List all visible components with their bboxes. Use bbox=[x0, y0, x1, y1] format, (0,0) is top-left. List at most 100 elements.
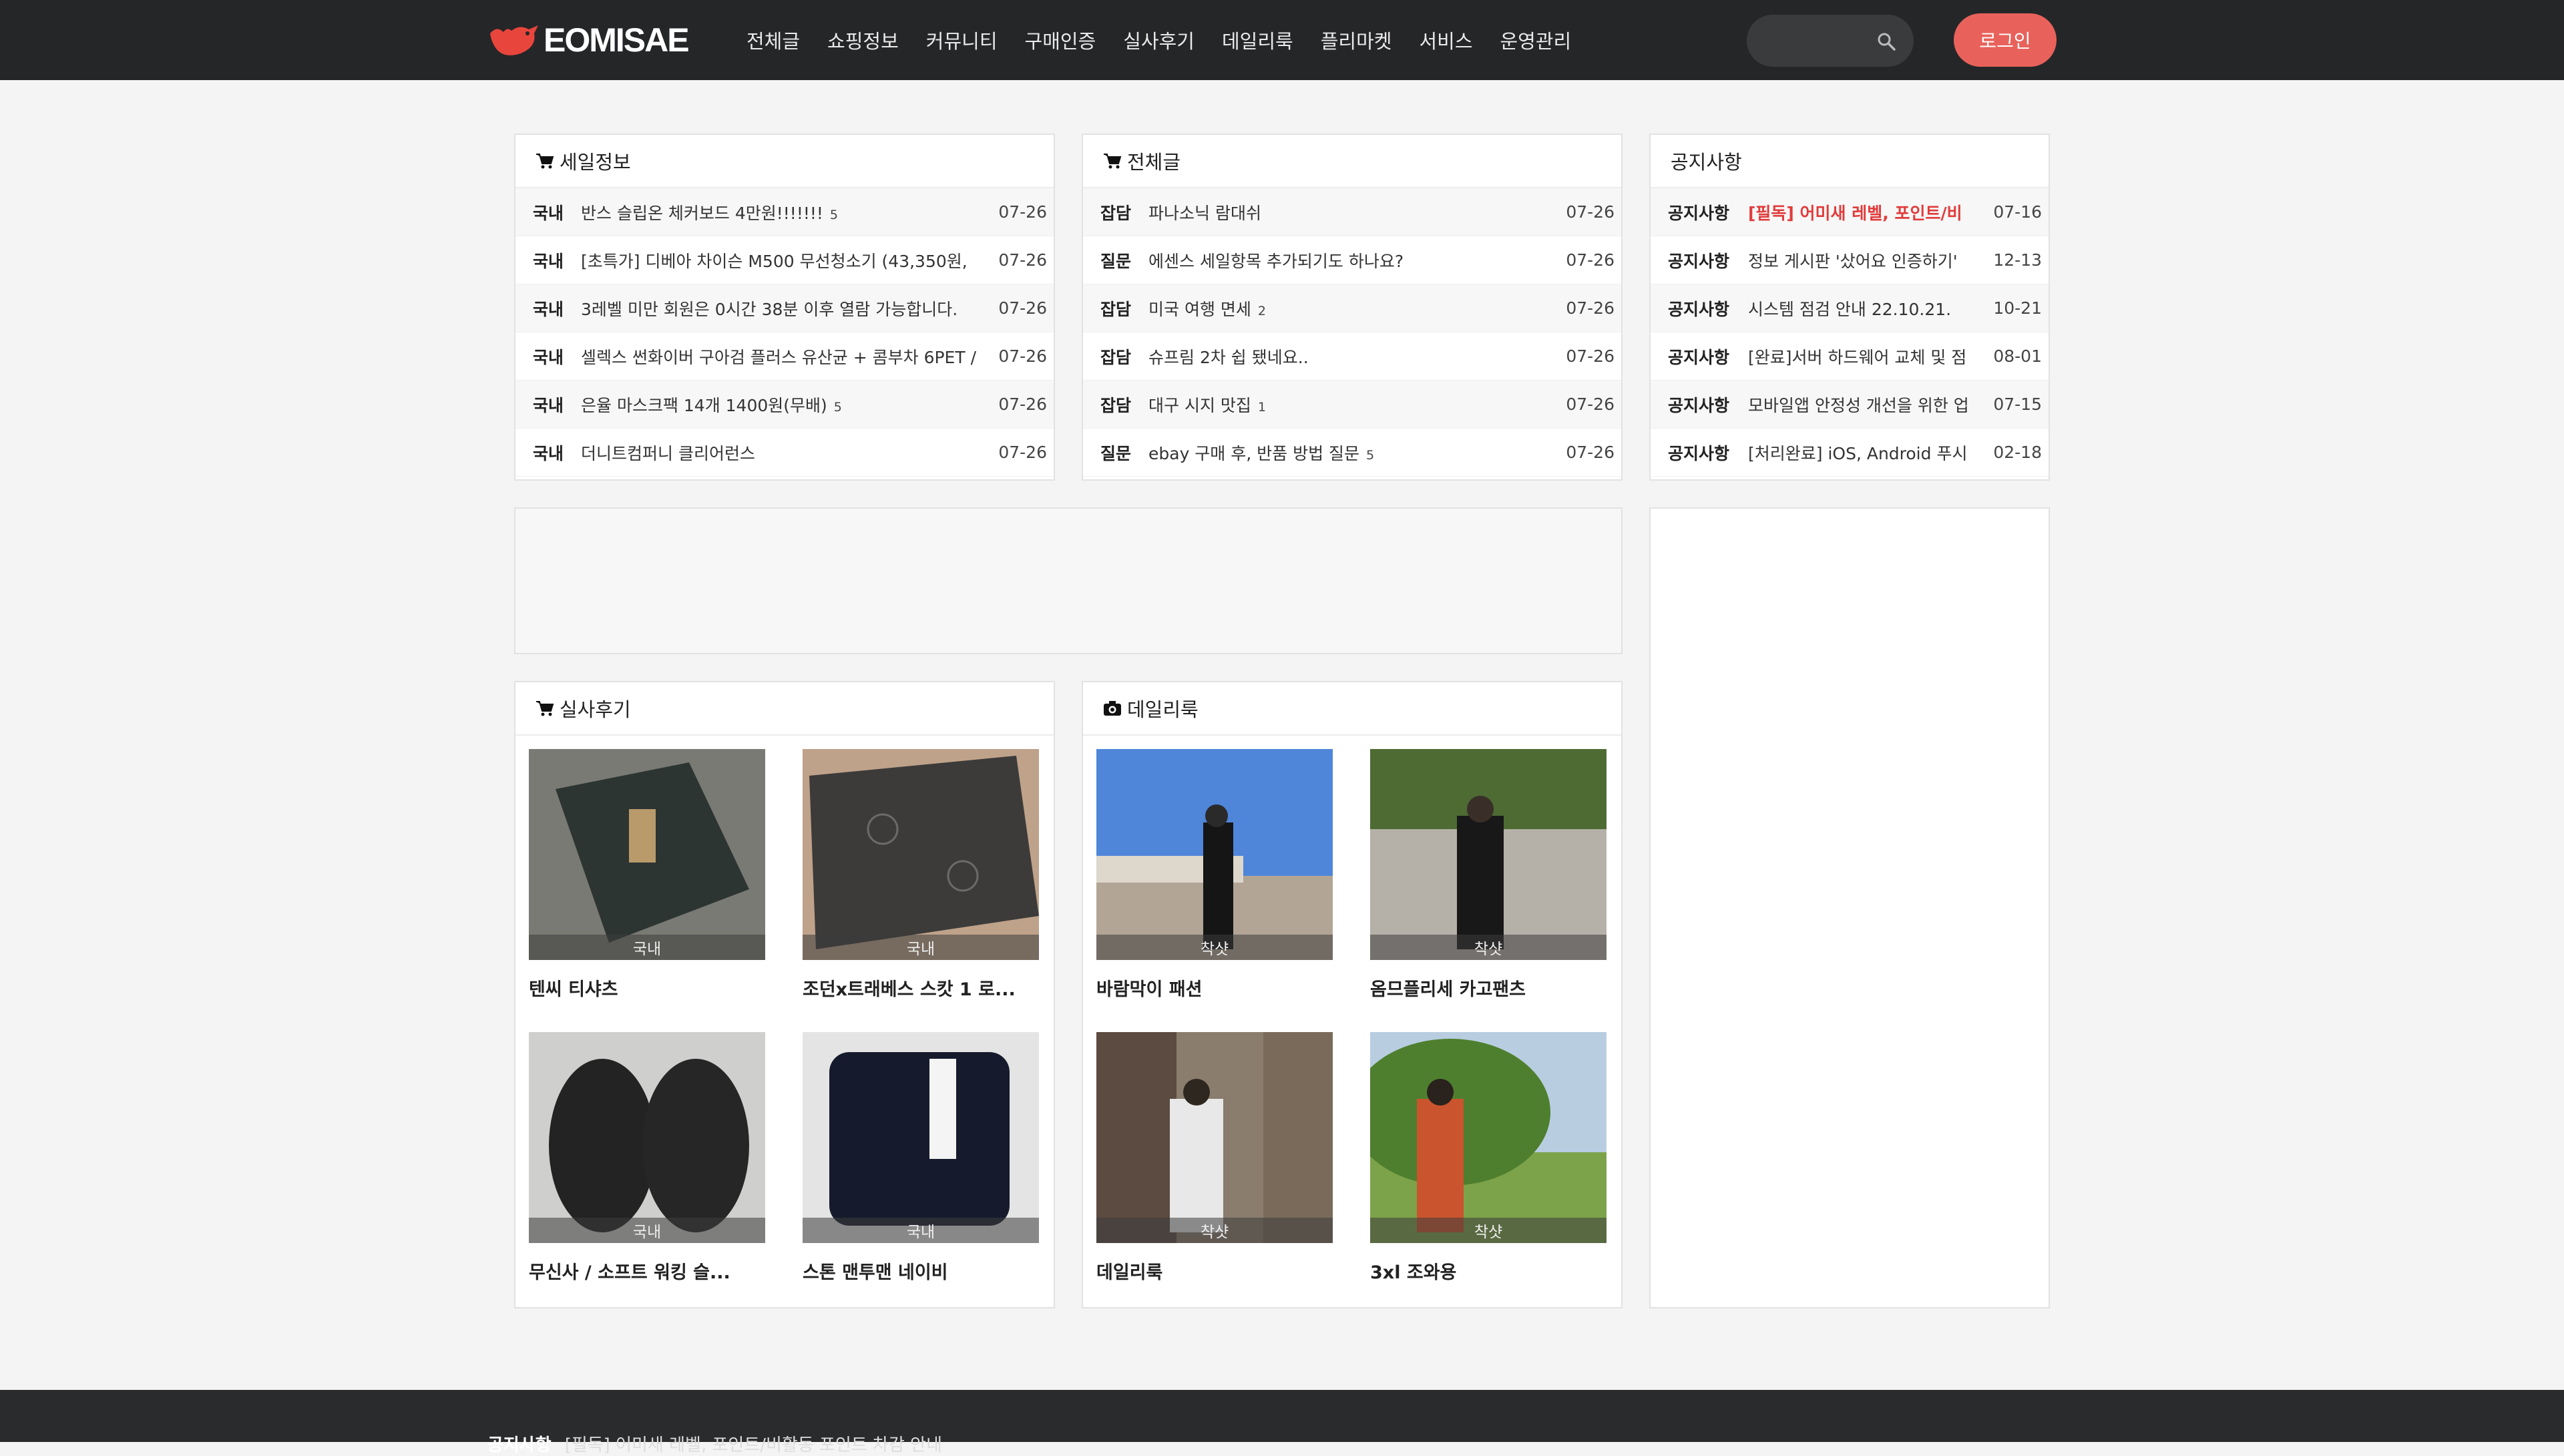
post-title[interactable]: 정보 게시판 '샀어요 인증하기' bbox=[1748, 248, 1993, 272]
notice-panel: 공지사항 공지사항 [필독] 어미새 레벨, 포인트/비 07-16 공지사항 정보 … bbox=[1649, 134, 2050, 481]
list-item[interactable]: 국내 셀렉스 썬화이버 구아검 플러스 유산균 + 콤부차 6PET /07-26 bbox=[515, 332, 1054, 381]
post-title[interactable]: 파나소닉 람대쉬 bbox=[1148, 200, 1566, 224]
post-date: 07-26 bbox=[1566, 202, 1615, 222]
gallery-card[interactable]: 착샷 3xl 조와용 bbox=[1370, 1032, 1607, 1284]
site-logo[interactable]: EOMISAE bbox=[487, 19, 690, 61]
list-item[interactable]: 질문 에센스 세일항목 추가되기도 하나요? 07-26 bbox=[1083, 236, 1621, 284]
post-title[interactable]: [완료]서버 하드웨어 교체 및 점 bbox=[1748, 344, 1993, 369]
login-button[interactable]: 로그인 bbox=[1954, 13, 2057, 67]
post-title[interactable]: [초특가] 디베아 차이슨 M500 무선청소기 (43,350원, bbox=[581, 248, 998, 272]
thumbnail[interactable]: 국내 bbox=[529, 749, 765, 960]
cart-icon bbox=[536, 701, 554, 716]
list-item[interactable]: 국내 더니트컴퍼니 클리어런스 07-26 bbox=[515, 429, 1054, 477]
list-item[interactable]: 국내 반스 슬립온 체커보드 4만원!!!!!!! 5 07-26 bbox=[515, 188, 1054, 236]
panel-header[interactable]: 세일정보 bbox=[515, 135, 1054, 188]
nav-real-reviews[interactable]: 실사후기 bbox=[1123, 26, 1195, 54]
list-item[interactable]: 잡담 슈프림 2차 쉽 됐네요.. 07-26 bbox=[1083, 332, 1621, 381]
post-date: 07-26 bbox=[998, 250, 1047, 270]
category-tag: 국내 bbox=[533, 395, 564, 415]
nav-service[interactable]: 서비스 bbox=[1419, 26, 1472, 54]
thumbnail[interactable]: 착샷 bbox=[1370, 749, 1607, 960]
gallery-card[interactable]: 착샷 데일리룩 bbox=[1096, 1032, 1333, 1284]
list-item[interactable]: 국내 [초특가] 디베아 차이슨 M500 무선청소기 (43,350원, 07-2… bbox=[515, 236, 1054, 284]
nav-flea-market[interactable]: 플리마켓 bbox=[1321, 26, 1392, 54]
post-title[interactable]: ebay 구매 후, 반품 방법 질문 5 bbox=[1148, 441, 1566, 465]
post-title[interactable]: 셀렉스 썬화이버 구아검 플러스 유산균 + 콤부차 6PET / bbox=[581, 344, 998, 369]
post-date: 07-26 bbox=[998, 346, 1047, 366]
post-title[interactable]: 에센스 세일항목 추가되기도 하나요? bbox=[1148, 248, 1566, 272]
card-caption[interactable]: 스톤 맨투맨 네이비 bbox=[803, 1258, 1039, 1284]
slides-photo bbox=[529, 1032, 765, 1243]
thumbnail[interactable]: 착샷 bbox=[1370, 1032, 1607, 1243]
post-title[interactable]: [필독] 어미새 레벨, 포인트/비 bbox=[1748, 200, 1993, 224]
post-date: 07-26 bbox=[998, 395, 1047, 414]
gallery-card[interactable]: 착샷 바람막이 패션 bbox=[1096, 749, 1333, 1001]
category-label: 착샷 bbox=[1370, 1218, 1607, 1243]
list-item[interactable]: 공지사항 [처리완료] iOS, Android 푸시 02-18 bbox=[1651, 429, 2049, 477]
sidebar-ad-area bbox=[1649, 507, 2050, 1308]
search-icon[interactable] bbox=[1876, 31, 1896, 51]
list-item[interactable]: 국내 3레벨 미만 회원은 0시간 38분 이후 열람 가능합니다. 07-26 bbox=[515, 284, 1054, 332]
search-input[interactable] bbox=[1763, 27, 1872, 56]
nav-community[interactable]: 커뮤니티 bbox=[926, 26, 998, 54]
nav-purchase-proof[interactable]: 구매인증 bbox=[1025, 26, 1096, 54]
list-item[interactable]: 공지사항 정보 게시판 '샀어요 인증하기' 12-13 bbox=[1651, 236, 2049, 284]
list-item[interactable]: 국내 은율 마스크팩 14개 1400원(무배) 5 07-26 bbox=[515, 381, 1054, 429]
gallery-card[interactable]: 국내 스톤 맨투맨 네이비 bbox=[803, 1032, 1039, 1284]
category-label: 국내 bbox=[529, 935, 765, 960]
post-title[interactable]: 3레벨 미만 회원은 0시간 38분 이후 열람 가능합니다. bbox=[581, 296, 998, 320]
list-item[interactable]: 공지사항 [완료]서버 하드웨어 교체 및 점 08-01 bbox=[1651, 332, 2049, 381]
card-caption[interactable]: 데일리룩 bbox=[1096, 1258, 1333, 1284]
footer-notice-text[interactable]: [필독] 어미새 레벨, 포인트/비활동 포인트 차감 안내 bbox=[565, 1435, 942, 1455]
post-title[interactable]: [처리완료] iOS, Android 푸시 bbox=[1748, 441, 1993, 465]
gallery-card[interactable]: 국내 텐씨 티샤츠 bbox=[529, 749, 765, 1001]
camera-icon bbox=[1104, 701, 1121, 716]
gallery-card[interactable]: 국내 무신사 / 소프트 워킹 슬... bbox=[529, 1032, 765, 1284]
category-tag: 공지사항 bbox=[1668, 347, 1730, 367]
thumbnail[interactable]: 착샷 bbox=[1096, 749, 1333, 960]
card-caption[interactable]: 조던x트래베스 스캇 1 로... bbox=[803, 975, 1039, 1001]
category-tag: 공지사항 bbox=[1668, 299, 1730, 319]
gallery-card[interactable]: 국내 조던x트래베스 스캇 1 로... bbox=[803, 749, 1039, 1001]
post-title[interactable]: 은율 마스크팩 14개 1400원(무배) 5 bbox=[581, 393, 998, 417]
card-caption[interactable]: 옴므플리세 카고팬츠 bbox=[1370, 975, 1607, 1001]
panel-header[interactable]: 실사후기 bbox=[515, 682, 1054, 736]
post-title[interactable]: 더니트컴퍼니 클리어런스 bbox=[581, 441, 998, 465]
post-title[interactable]: 대구 시지 맛집 1 bbox=[1148, 393, 1566, 417]
panel-header[interactable]: 데일리룩 bbox=[1083, 682, 1621, 736]
card-caption[interactable]: 무신사 / 소프트 워킹 슬... bbox=[529, 1258, 765, 1284]
category-label: 국내 bbox=[529, 1218, 765, 1243]
list-item[interactable]: 공지사항 [필독] 어미새 레벨, 포인트/비 07-16 bbox=[1651, 188, 2049, 236]
daily-look-panel: 데일리룩 착샷 바람막이 패션 착샷 옴므플리세 카고팬츠 착샷 데일리룩 착샷… bbox=[1082, 681, 1623, 1308]
footer-notice[interactable]: 공지사항 [필독] 어미새 레벨, 포인트/비활동 포인트 차감 안내 bbox=[487, 1431, 942, 1456]
post-title[interactable]: 시스템 점검 안내 22.10.21. bbox=[1748, 296, 1993, 320]
post-title[interactable]: 미국 여행 면세 2 bbox=[1148, 296, 1566, 320]
list-item[interactable]: 공지사항 시스템 점검 안내 22.10.21. 10-21 bbox=[1651, 284, 2049, 332]
post-date: 07-26 bbox=[1566, 395, 1615, 414]
thumbnail[interactable]: 국내 bbox=[529, 1032, 765, 1243]
thumbnail[interactable]: 착샷 bbox=[1096, 1032, 1333, 1243]
card-caption[interactable]: 바람막이 패션 bbox=[1096, 975, 1333, 1001]
panel-header[interactable]: 전체글 bbox=[1083, 135, 1621, 188]
nav-admin[interactable]: 운영관리 bbox=[1500, 26, 1572, 54]
card-caption[interactable]: 텐씨 티샤츠 bbox=[529, 975, 765, 1001]
thumbnail[interactable]: 국내 bbox=[803, 749, 1039, 960]
post-title[interactable]: 반스 슬립온 체커보드 4만원!!!!!!! 5 bbox=[581, 200, 998, 224]
nav-daily-look[interactable]: 데일리룩 bbox=[1222, 26, 1293, 54]
list-item[interactable]: 잡담 대구 시지 맛집 1 07-26 bbox=[1083, 381, 1621, 429]
list-item[interactable]: 질문 ebay 구매 후, 반품 방법 질문 5 07-26 bbox=[1083, 429, 1621, 477]
thumbnail[interactable]: 국내 bbox=[803, 1032, 1039, 1243]
category-tag: 공지사항 bbox=[1668, 395, 1730, 415]
nav-all-posts[interactable]: 전체글 bbox=[746, 26, 800, 54]
list-item[interactable]: 잡담 파나소닉 람대쉬 07-26 bbox=[1083, 188, 1621, 236]
list-item[interactable]: 공지사항 모바일앱 안정성 개선을 위한 업 07-15 bbox=[1651, 381, 2049, 429]
nav-shopping-info[interactable]: 쇼핑정보 bbox=[827, 26, 899, 54]
list-item[interactable]: 잡담 미국 여행 면세 2 07-26 bbox=[1083, 284, 1621, 332]
panel-header[interactable]: 공지사항 bbox=[1651, 135, 2049, 188]
post-date: 07-26 bbox=[1566, 298, 1615, 318]
card-caption[interactable]: 3xl 조와용 bbox=[1370, 1258, 1607, 1284]
post-title[interactable]: 슈프림 2차 쉽 됐네요.. bbox=[1148, 344, 1566, 369]
gallery-card[interactable]: 착샷 옴므플리세 카고팬츠 bbox=[1370, 749, 1607, 1001]
post-title[interactable]: 모바일앱 안정성 개선을 위한 업 bbox=[1748, 393, 1993, 417]
ad-banner-area bbox=[514, 507, 1623, 654]
